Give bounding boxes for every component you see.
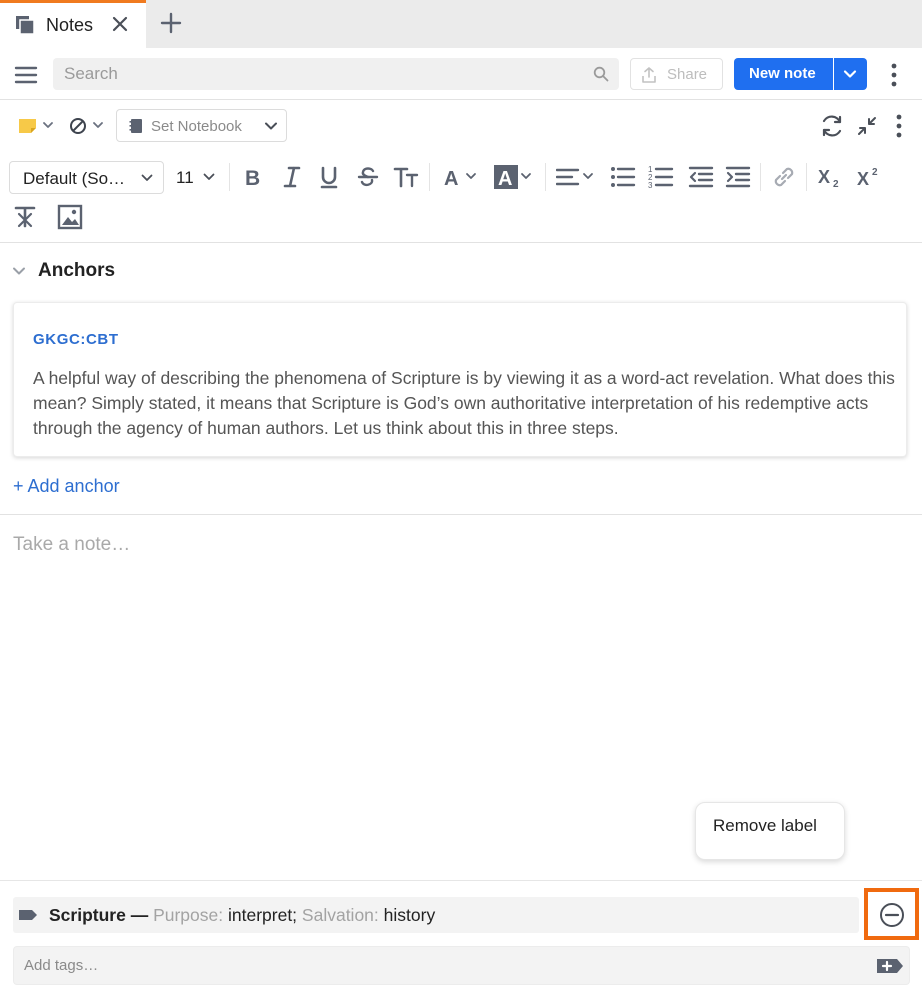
align-icon[interactable] [556, 164, 598, 190]
numbered-list-icon[interactable]: 1 2 3 [648, 164, 674, 190]
svg-text:B: B [245, 167, 260, 190]
add-anchor-button[interactable]: + Add anchor [13, 476, 120, 497]
kebab-icon[interactable] [886, 62, 902, 88]
text-size-icon[interactable] [393, 164, 419, 190]
svg-text:A: A [498, 168, 512, 190]
menu-icon[interactable] [14, 65, 38, 85]
label-row[interactable]: Scripture — Purpose: interpret; Salvatio… [13, 897, 859, 933]
share-icon [642, 67, 656, 83]
search-placeholder: Search [64, 64, 118, 83]
indent-icon[interactable] [725, 164, 751, 190]
label-separator: — [125, 905, 154, 925]
tooltip: Remove label [695, 802, 845, 860]
label-field-key: Purpose: [153, 905, 224, 925]
share-label: Share [667, 66, 708, 83]
note-settings-bar: Set Notebook [0, 101, 922, 151]
collapse-icon[interactable] [856, 115, 878, 137]
svg-text:X: X [818, 167, 830, 187]
tooltip-text: Remove label [713, 816, 817, 835]
link-icon[interactable] [771, 164, 797, 190]
format-toolbar: Default (So… 11 B A A 1 2 3 X 2 X 2 [0, 151, 922, 243]
tab-label: Notes [46, 15, 94, 35]
label-field-value: interpret; [227, 905, 298, 925]
toolbar-divider [760, 163, 761, 191]
label-field-key: Salvation: [301, 905, 379, 925]
subscript-icon[interactable]: X 2 [817, 164, 843, 190]
chevron-down-icon [13, 267, 25, 275]
main-toolbar: Search Share New note [0, 48, 922, 100]
label-icon [19, 910, 37, 920]
new-note-label: New note [749, 65, 816, 82]
notes-icon [16, 16, 35, 35]
anchors-title: Anchors [38, 260, 116, 281]
chevron-down-icon [203, 173, 215, 180]
add-tag-icon[interactable] [876, 957, 904, 975]
outdent-icon[interactable] [688, 164, 714, 190]
svg-text:X: X [857, 169, 869, 189]
set-notebook-label: Set Notebook [151, 118, 242, 135]
label-name: Scripture [49, 905, 126, 925]
toolbar-divider [545, 163, 546, 191]
font-family-select[interactable]: Default (So… [9, 161, 164, 194]
strikethrough-icon[interactable] [355, 164, 381, 190]
section-divider [0, 514, 922, 515]
anchor-text: A helpful way of describing the phenomen… [33, 368, 895, 438]
label-text: Scripture — Purpose: interpret; Salvatio… [49, 905, 435, 926]
sticky-note-icon[interactable] [18, 116, 58, 136]
notebook-icon [129, 119, 142, 133]
svg-text:2: 2 [833, 179, 839, 190]
text-color-icon[interactable]: A [441, 164, 481, 190]
bullet-list-icon[interactable] [610, 164, 636, 190]
label-field-value: history [383, 905, 436, 925]
toolbar-divider [806, 163, 807, 191]
close-icon[interactable] [110, 14, 130, 34]
remove-label-button[interactable] [864, 888, 919, 940]
chevron-down-icon [141, 174, 153, 181]
clear-format-icon[interactable] [13, 204, 39, 230]
toolbar-divider [229, 163, 230, 191]
anchor-card[interactable]: GKGC:CBT A helpful way of describing the… [13, 302, 907, 457]
toolbar-divider [429, 163, 430, 191]
sync-icon[interactable] [819, 113, 845, 139]
tab-notes[interactable]: Notes [0, 0, 146, 48]
underline-icon[interactable] [316, 164, 342, 190]
no-visibility-icon[interactable] [68, 116, 108, 136]
share-button[interactable]: Share [630, 58, 723, 90]
svg-text:A: A [444, 168, 458, 190]
font-size-select[interactable]: 11 [176, 168, 194, 188]
new-note-dropdown[interactable] [834, 58, 867, 90]
plus-icon[interactable] [160, 12, 182, 34]
note-editor[interactable]: Take a note… [13, 534, 130, 556]
svg-text:3: 3 [648, 181, 653, 190]
set-notebook-button[interactable]: Set Notebook [116, 109, 287, 142]
image-icon[interactable] [57, 204, 83, 230]
search-input[interactable]: Search [53, 58, 619, 90]
superscript-icon[interactable]: X 2 [856, 164, 882, 190]
chevron-down-icon [265, 122, 277, 130]
anchor-source-link[interactable]: GKGC:CBT [33, 331, 119, 348]
chevron-down-icon [843, 70, 857, 78]
search-icon [593, 66, 609, 82]
tab-bar: Notes [0, 0, 922, 48]
remove-circle-icon [880, 903, 904, 927]
font-family-value: Default (So… [23, 169, 126, 188]
new-note-button[interactable]: New note [734, 58, 833, 90]
bold-icon[interactable]: B [240, 164, 266, 190]
tags-placeholder: Add tags… [24, 957, 99, 974]
svg-text:2: 2 [872, 167, 878, 178]
kebab-icon[interactable] [891, 113, 907, 139]
italic-icon[interactable] [279, 164, 305, 190]
highlight-icon[interactable]: A [493, 164, 535, 190]
add-tags-input[interactable]: Add tags… [13, 946, 910, 985]
section-divider [0, 880, 922, 881]
anchors-section-header[interactable]: Anchors [0, 255, 922, 289]
